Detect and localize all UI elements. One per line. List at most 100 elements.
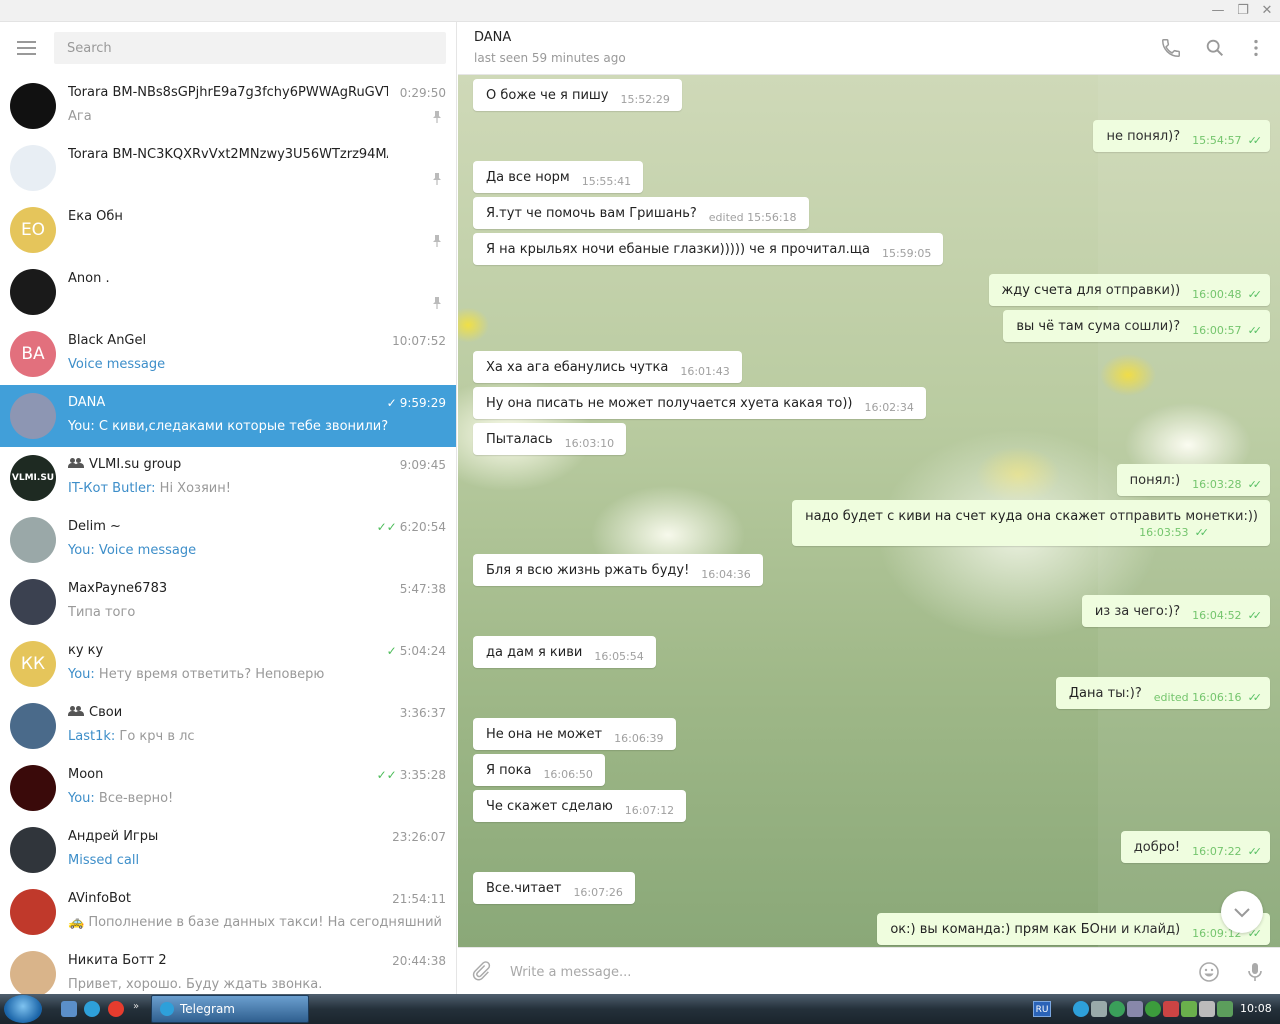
dialog-item[interactable]: КК ку ку ✓ 5:04:24 You: Нету время ответить?… [0,633,456,695]
message-history[interactable]: О боже че я пишу 15:52:29 не понял)? 15:54:… [458,75,1280,947]
dialog-item[interactable]: Anon . [0,261,456,323]
phone-icon[interactable] [1160,37,1182,59]
dialog-item[interactable]: ЕО Ека Обн [0,199,456,261]
incoming-message[interactable]: да дам я киви 16:05:54 [473,636,656,668]
message-preview: Нету время ответить? Неповерю [94,667,325,682]
yandex-browser-icon[interactable] [108,1001,124,1017]
incoming-message[interactable]: Пыталась 16:03:10 [473,423,627,455]
message-text: не понял)? [1106,129,1181,144]
more-vertical-icon[interactable] [1245,37,1267,59]
dialog-item[interactable]: BA Black AnGel 10:07:52 Voice message [0,323,456,385]
dialog-item[interactable]: DANA ✓ 9:59:29 You: С киви,следаками которы… [0,385,456,447]
outgoing-message[interactable]: ок:) вы команда:) прям как БОни и клайд)… [877,913,1270,945]
dialog-name-text: Delim ~ [68,519,121,534]
message-composer [458,947,1280,994]
close-button[interactable]: ✕ [1256,2,1278,20]
incoming-message[interactable]: Я.тут че помочь вам Гришань? edited 15:56… [473,197,809,229]
incoming-message[interactable]: Я пока 16:06:50 [473,754,605,786]
outgoing-message[interactable]: добро! 16:07:22 ✓✓ [1120,831,1270,863]
read-check-icon: ✓ [386,396,397,410]
message-time: 16:00:48 [1192,288,1242,301]
tray-safe-remove-icon[interactable] [1181,1001,1197,1017]
tray-display-icon[interactable] [1127,1001,1143,1017]
microphone-icon[interactable] [1243,960,1267,984]
show-desktop-icon[interactable] [61,1001,77,1017]
dialog-item[interactable]: Moon ✓✓ 3:35:28 You: Все-верно! [0,757,456,819]
dialog-item[interactable]: Андрей Игры 23:26:07 Missed call [0,819,456,881]
search-icon[interactable] [1204,37,1226,59]
taskbar-clock[interactable]: 10:08 [1240,1002,1272,1015]
peer-name[interactable]: DANA [474,30,511,45]
dialog-name: VLMI.su group [68,457,388,472]
incoming-message[interactable]: Ну она писать не может получается хуета … [473,387,926,419]
language-indicator[interactable]: RU [1033,1001,1051,1017]
dialog-item[interactable]: Torara BM-NBs8sGPjhrE9a7g3fchy6PWWAgRuGV… [0,75,456,137]
dialog-item[interactable]: MaxPayne6783 5:47:38 Типа того [0,571,456,633]
message-text: Не она не может [486,727,603,742]
message-time: 16:01:43 [680,365,730,378]
outgoing-message[interactable]: не понял)? 15:54:57 ✓✓ [1093,120,1270,152]
tray-app-icon[interactable] [1109,1001,1125,1017]
outgoing-message[interactable]: вы чё там сума сошли)? 16:00:57 ✓✓ [1003,310,1270,342]
dialog-item[interactable]: Никита Ботт 2 20:44:38 Привет, хорошо. Буд… [0,943,456,994]
incoming-message[interactable]: Я на крыльях ночи ебаные глазки))))) че … [473,233,944,265]
dialog-item[interactable]: AVinfoBot 21:54:11 🚕 Пополнение в базе дан… [0,881,456,943]
incoming-message[interactable]: Да все норм 15:55:41 [473,161,644,193]
outgoing-message[interactable]: из за чего:)? 16:04:52 ✓✓ [1081,595,1270,627]
incoming-message[interactable]: Все.читает 16:07:26 [473,872,635,904]
dialog-time-text: 20:44:38 [392,954,446,968]
tray-telegram-icon[interactable] [1073,1001,1089,1017]
outgoing-message[interactable]: надо будет с киви на счет куда она скаже… [792,500,1270,546]
tray-network-status-icon[interactable] [1217,1001,1233,1017]
tray-network-icon[interactable] [1091,1001,1107,1017]
incoming-message[interactable]: Ха ха ага ебанулись чутка 16:01:43 [473,351,742,383]
message-preview: Voice message [94,543,197,558]
tray-utorrent-icon[interactable] [1145,1001,1161,1017]
dialog-last-message: IT-Кот Butler: Hi Хозяин! [68,481,446,496]
dialog-name: Свои [68,705,388,720]
incoming-message[interactable]: Че скажет сделаю 16:07:12 [473,790,687,822]
outgoing-message[interactable]: Дана ты:)? edited 16:06:16 ✓✓ [1055,677,1270,709]
outgoing-message[interactable]: жду счета для отправки)) 16:00:48 ✓✓ [988,274,1270,306]
dialog-name-text: Ека Обн [68,209,123,224]
search-input[interactable] [54,32,446,64]
dialog-name: Ека Обн [68,209,388,224]
avatar [10,951,56,994]
volume-icon[interactable] [1199,1001,1215,1017]
incoming-message[interactable]: О боже че я пишу 15:52:29 [473,79,682,111]
maximize-button[interactable]: ❐ [1232,2,1254,20]
quicklaunch-overflow-icon[interactable]: » [133,1001,149,1017]
avatar [10,889,56,935]
dialog-item[interactable]: Delim ~ ✓✓ 6:20:54 You: Voice message [0,509,456,571]
attach-icon[interactable] [470,960,492,982]
message-preview: Го крч в лс [115,729,195,744]
avatar [10,393,56,439]
dialog-item[interactable]: Torara BM-NC3KQXRvVxt2MNzwy3U56WTzrz94MA… [0,137,456,199]
group-icon [68,458,84,468]
message-text: ок:) вы команда:) прям как БОни и клайд) [890,922,1181,937]
message-text: понял:) [1129,473,1181,488]
dialog-time: 9:09:45 [400,458,446,472]
incoming-message[interactable]: Не она не может 16:06:39 [473,718,676,750]
taskbar-telegram-button[interactable]: Telegram [151,995,309,1023]
double-check-icon: ✓✓ [1247,324,1263,337]
message-input[interactable] [510,962,1150,982]
telegram-quicklaunch-icon[interactable] [84,1001,100,1017]
incoming-message[interactable]: Бля я всю жизнь ржать буду! 16:04:36 [473,554,763,586]
dialog-item[interactable]: Свои 3:36:37 Last1k: Го крч в лс [0,695,456,757]
emoji-icon[interactable] [1197,960,1221,984]
message-preview: Типа того [68,605,136,620]
minimize-button[interactable]: — [1207,2,1229,20]
message-preview: Ага [68,109,92,124]
outgoing-message[interactable]: понял:) 16:03:28 ✓✓ [1116,464,1270,496]
chevron-down-icon [1234,908,1250,918]
dialog-name-text: Black AnGel [68,333,147,348]
dialog-name: DANA [68,395,388,410]
start-button[interactable] [4,995,42,1023]
message-text: Я на крыльях ночи ебаные глазки))))) че … [486,242,870,257]
dialog-item[interactable]: VLMI.SU VLMI.su group 9:09:45 IT-Кот Butler… [0,447,456,509]
hamburger-menu-icon[interactable] [17,41,36,55]
dialog-name-text: Свои [89,705,123,720]
scroll-to-bottom-button[interactable] [1221,891,1263,933]
tray-antivirus-icon[interactable] [1163,1001,1179,1017]
